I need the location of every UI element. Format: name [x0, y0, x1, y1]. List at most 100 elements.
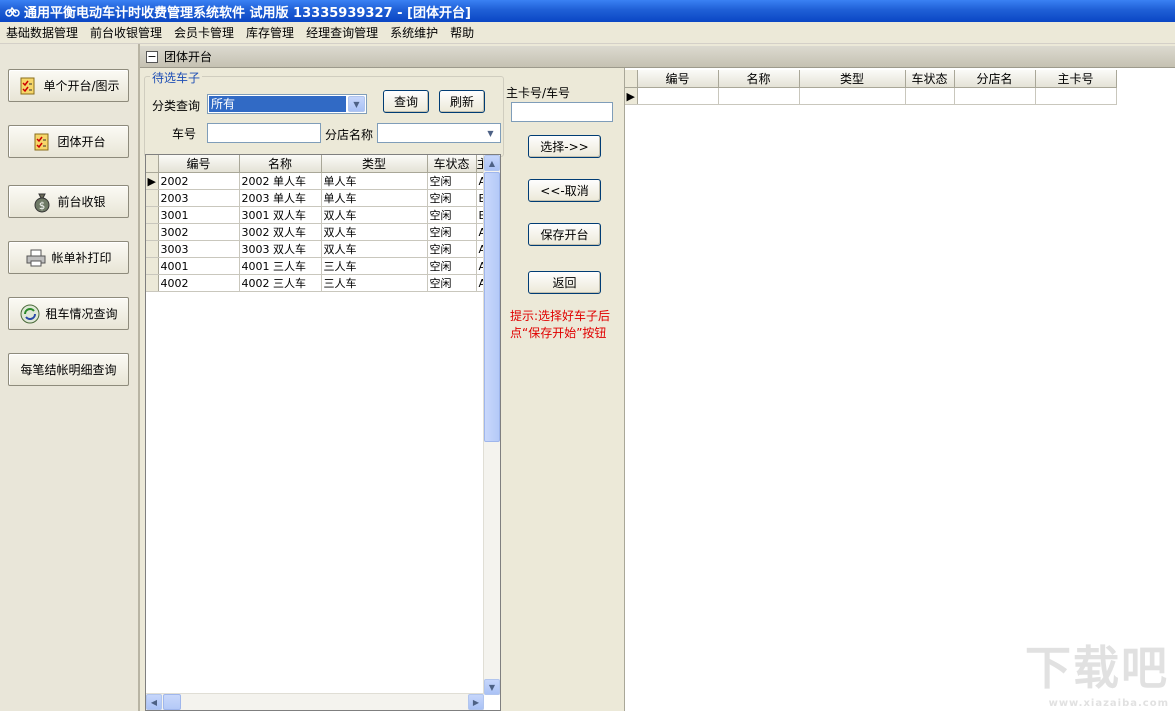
cancel-button[interactable]: <<-取消 — [528, 179, 601, 202]
table-cell[interactable]: 2002 单人车 — [239, 172, 322, 190]
table-cell[interactable]: 双人车 — [321, 206, 428, 224]
query-button[interactable]: 查询 — [383, 90, 429, 113]
scroll-up-icon[interactable]: ▲ — [484, 155, 500, 171]
col-header[interactable]: 主卡号 — [1035, 70, 1117, 88]
col-header[interactable]: 车状态 — [905, 70, 955, 88]
row-indicator[interactable] — [146, 240, 159, 258]
col-header[interactable]: 分店名 — [954, 70, 1036, 88]
table-cell[interactable] — [799, 87, 906, 105]
row-indicator[interactable] — [146, 257, 159, 275]
chevron-down-icon[interactable]: ▼ — [348, 96, 365, 112]
col-header[interactable]: 编号 — [158, 155, 240, 173]
filter-group: 待选车子 — [144, 69, 504, 157]
table-cell[interactable]: 单人车 — [321, 172, 428, 190]
table-row[interactable]: 40024002 三人车三人车空闲A — [146, 274, 490, 292]
table-cell[interactable]: 空闲 — [427, 223, 477, 241]
chevron-down-icon[interactable]: ▼ — [482, 125, 499, 141]
table-row[interactable]: 20032003 单人车单人车空闲B — [146, 189, 490, 207]
col-header[interactable]: 车状态 — [427, 155, 477, 173]
table-cell[interactable]: 空闲 — [427, 206, 477, 224]
table-row[interactable]: 30023002 双人车双人车空闲A — [146, 223, 490, 241]
table-cell[interactable]: 4001 三人车 — [239, 257, 322, 275]
table-cell[interactable]: 三人车 — [321, 257, 428, 275]
menu-basic-data[interactable]: 基础数据管理 — [0, 22, 84, 44]
row-indicator[interactable] — [146, 206, 159, 224]
scroll-left-icon[interactable]: ◀ — [146, 694, 162, 710]
table-cell[interactable]: 2003 — [158, 189, 240, 207]
menu-manager-query[interactable]: 经理查询管理 — [300, 22, 384, 44]
select-button[interactable]: 选择->> — [528, 135, 601, 158]
table-row[interactable]: 30013001 双人车双人车空闲B — [146, 206, 490, 224]
row-pointer-icon[interactable]: ▶ — [146, 172, 159, 190]
sidebar-item-reprint[interactable]: 帐单补打印 — [8, 241, 129, 274]
sidebar-item-checkout-detail[interactable]: 每笔结帐明细查询 — [8, 353, 129, 386]
checklist-icon — [17, 75, 39, 97]
vertical-scrollbar[interactable]: ▲ ▼ — [483, 155, 500, 695]
table-cell[interactable]: 空闲 — [427, 172, 477, 190]
sidebar-item-group-open[interactable]: 团体开台 — [8, 125, 129, 158]
table-cell[interactable]: 3003 双人车 — [239, 240, 322, 258]
table-cell[interactable] — [637, 87, 719, 105]
table-cell[interactable]: 单人车 — [321, 189, 428, 207]
table-cell[interactable]: 3001 双人车 — [239, 206, 322, 224]
scroll-thumb[interactable] — [484, 172, 500, 442]
col-header[interactable]: 编号 — [637, 70, 719, 88]
row-indicator[interactable] — [146, 274, 159, 292]
menu-front-desk[interactable]: 前台收银管理 — [84, 22, 168, 44]
save-open-button[interactable]: 保存开台 — [528, 223, 601, 246]
table-cell[interactable] — [954, 87, 1036, 105]
main-card-input[interactable] — [511, 102, 613, 122]
row-indicator[interactable] — [146, 223, 159, 241]
table-cell[interactable]: 双人车 — [321, 240, 428, 258]
table-row[interactable]: 40014001 三人车三人车空闲A — [146, 257, 490, 275]
table-cell[interactable]: 2003 单人车 — [239, 189, 322, 207]
menu-system[interactable]: 系统维护 — [384, 22, 444, 44]
table-cell[interactable] — [718, 87, 800, 105]
scroll-right-icon[interactable]: ▶ — [468, 694, 484, 710]
table-cell[interactable]: 空闲 — [427, 257, 477, 275]
grid-header-row: 编号 名称 类型 车状态 主 — [146, 155, 490, 173]
table-row[interactable]: 30033003 双人车双人车空闲A — [146, 240, 490, 258]
table-cell[interactable]: 空闲 — [427, 240, 477, 258]
car-no-input[interactable] — [207, 123, 321, 143]
table-cell[interactable]: 3002 — [158, 223, 240, 241]
menu-inventory[interactable]: 库存管理 — [240, 22, 300, 44]
table-cell[interactable]: 2002 — [158, 172, 240, 190]
table-cell[interactable]: 4001 — [158, 257, 240, 275]
table-row[interactable]: ▶20022002 单人车单人车空闲A — [146, 172, 490, 190]
table-cell[interactable]: 三人车 — [321, 274, 428, 292]
table-cell[interactable]: 3003 — [158, 240, 240, 258]
sidebar-item-label: 单个开台/图示 — [43, 79, 120, 93]
table-cell[interactable] — [905, 87, 955, 105]
table-cell[interactable] — [1035, 87, 1117, 105]
scroll-thumb[interactable] — [163, 694, 181, 710]
svg-text:$: $ — [39, 201, 45, 212]
branch-select[interactable]: ▼ — [377, 123, 501, 143]
row-indicator[interactable] — [146, 189, 159, 207]
col-header[interactable]: 类型 — [321, 155, 428, 173]
sidebar-item-label: 每笔结帐明细查询 — [20, 363, 117, 377]
menu-bar: 基础数据管理 前台收银管理 会员卡管理 库存管理 经理查询管理 系统维护 帮助 — [0, 22, 1175, 44]
table-cell[interactable]: 4002 — [158, 274, 240, 292]
col-header[interactable]: 名称 — [239, 155, 322, 173]
table-cell[interactable]: 4002 三人车 — [239, 274, 322, 292]
table-cell[interactable]: 3001 — [158, 206, 240, 224]
sidebar-item-rental-query[interactable]: 租车情况查询 — [8, 297, 129, 330]
category-select[interactable]: 所有 ▼ — [207, 94, 367, 114]
sidebar-item-cashier[interactable]: $ 前台收银 — [8, 185, 129, 218]
back-button[interactable]: 返回 — [528, 271, 601, 294]
sidebar-item-single-open[interactable]: 单个开台/图示 — [8, 69, 129, 102]
refresh-button[interactable]: 刷新 — [439, 90, 485, 113]
horizontal-scrollbar[interactable]: ◀ ▶ — [146, 693, 484, 710]
col-header[interactable]: 类型 — [799, 70, 906, 88]
menu-member-card[interactable]: 会员卡管理 — [168, 22, 240, 44]
collapse-icon[interactable]: − — [146, 50, 158, 63]
col-header[interactable]: 名称 — [718, 70, 800, 88]
table-cell[interactable]: 空闲 — [427, 274, 477, 292]
scroll-down-icon[interactable]: ▼ — [484, 679, 500, 695]
table-cell[interactable]: 双人车 — [321, 223, 428, 241]
table-row[interactable]: ▶ — [625, 87, 1117, 105]
table-cell[interactable]: 空闲 — [427, 189, 477, 207]
table-cell[interactable]: 3002 双人车 — [239, 223, 322, 241]
menu-help[interactable]: 帮助 — [444, 22, 480, 44]
